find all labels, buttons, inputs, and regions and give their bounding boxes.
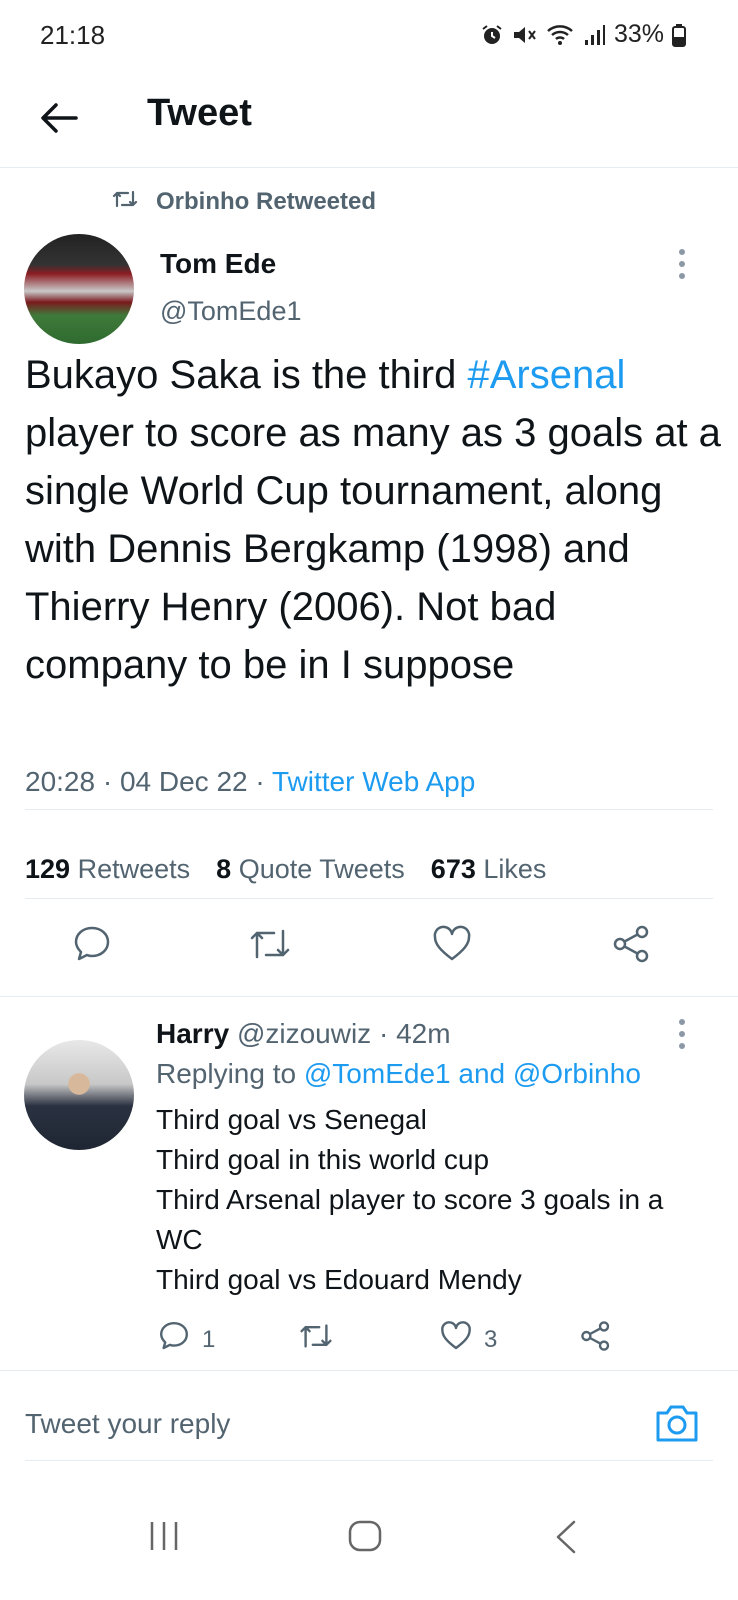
share-icon [580, 1320, 612, 1359]
reply-line: Third goal vs Senegal [156, 1104, 427, 1135]
tweet-timestamp: 20:28 · 04 Dec 22 · Twitter Web App [25, 766, 475, 798]
tweet-stats: 129 Retweets 8 Quote Tweets 673 Likes [25, 854, 546, 885]
like-button[interactable] [432, 924, 472, 971]
divider [25, 1460, 713, 1461]
reply-line: Third goal in this world cup [156, 1144, 490, 1175]
arrow-left-icon [36, 103, 84, 146]
more-options-icon[interactable] [674, 246, 690, 282]
heart-icon [440, 1320, 472, 1359]
retweet-icon [248, 924, 292, 971]
reply-share-button[interactable] [580, 1320, 612, 1359]
tweet-text-part: Bukayo Saka is the third [25, 353, 468, 397]
recent-apps-button[interactable] [148, 1520, 180, 1557]
tweet-text: Bukayo Saka is the third #Arsenal player… [25, 346, 725, 694]
retweet-icon [112, 188, 138, 216]
divider [0, 1370, 738, 1371]
battery-icon [672, 23, 686, 47]
reply-line: Third Arsenal player to score 3 goals in… [156, 1184, 664, 1215]
reply-line: Third goal vs Edouard Mendy [156, 1264, 522, 1295]
tweet-text-part: player to score as many as 3 goals at a … [25, 411, 721, 687]
chevron-left-icon [554, 1520, 578, 1558]
retweets-count: 129 [25, 854, 71, 884]
likes-stat[interactable]: 673 Likes [431, 854, 547, 885]
top-app-bar: Tweet [0, 72, 738, 168]
author-handle[interactable]: @TomEde1 [160, 296, 301, 327]
retweet-button[interactable] [248, 924, 292, 971]
reply-more-options-icon[interactable] [674, 1016, 690, 1052]
reply-icon [72, 924, 112, 971]
share-button[interactable] [612, 924, 652, 971]
share-icon [612, 924, 652, 971]
reply-icon [158, 1320, 190, 1359]
recent-apps-icon [148, 1522, 180, 1556]
status-bar: 21:18 33% [0, 0, 738, 72]
likes-label: Likes [483, 854, 547, 884]
divider [0, 996, 738, 997]
home-button[interactable] [348, 1520, 382, 1557]
reply-count: 1 [202, 1325, 216, 1353]
signal-icon [584, 23, 606, 47]
home-icon [348, 1520, 382, 1556]
divider [25, 898, 713, 899]
tweet-source-link[interactable]: Twitter Web App [272, 766, 475, 797]
author-avatar[interactable] [24, 234, 134, 344]
replying-to: Replying to @TomEde1 and @Orbinho [156, 1058, 641, 1090]
reply-header[interactable]: Harry @zizouwiz · 42m [156, 1018, 451, 1050]
camera-button[interactable] [654, 1402, 700, 1444]
reply-retweet-button[interactable] [298, 1320, 334, 1359]
page-title: Tweet [147, 92, 252, 134]
quote-tweets-stat[interactable]: 8 Quote Tweets [216, 854, 405, 885]
camera-icon [654, 1405, 700, 1448]
reply-line: WC [156, 1224, 203, 1255]
system-nav-bar [0, 1480, 738, 1600]
reply-input-placeholder[interactable]: Tweet your reply [25, 1408, 230, 1440]
wifi-icon [546, 23, 576, 47]
system-back-button[interactable] [554, 1520, 578, 1559]
back-button[interactable] [36, 94, 84, 142]
reply-like-button[interactable]: 3 [440, 1320, 497, 1359]
likes-count: 673 [430, 854, 476, 884]
reply-composer[interactable]: Tweet your reply [0, 1372, 738, 1472]
reply-author-name: Harry [156, 1018, 230, 1049]
alarm-icon [480, 23, 504, 47]
reply-handle-time: @zizouwiz · 42m [229, 1018, 451, 1049]
reply-reply-button[interactable]: 1 [158, 1320, 215, 1359]
quote-tweets-count: 8 [216, 854, 232, 884]
reply-author-avatar[interactable] [24, 1040, 134, 1150]
replying-prefix: Replying to [156, 1058, 304, 1089]
retweets-stat[interactable]: 129 Retweets [25, 854, 190, 885]
reply-action-bar: 1 3 [0, 1320, 738, 1360]
reply-mentions-link[interactable]: @TomEde1 and @Orbinho [304, 1058, 641, 1089]
hashtag-link[interactable]: #Arsenal [467, 353, 625, 397]
retweeted-by-label: Orbinho Retweeted [156, 188, 377, 215]
retweeted-by-indicator[interactable]: Orbinho Retweeted [112, 188, 376, 216]
reply-text: Third goal vs Senegal Third goal in this… [156, 1100, 726, 1300]
quote-tweets-label: Quote Tweets [238, 854, 405, 884]
retweet-icon [298, 1320, 334, 1359]
mute-icon [512, 23, 538, 47]
author-name[interactable]: Tom Ede [160, 248, 276, 280]
tweet-action-bar [0, 924, 738, 974]
battery-percent: 33% [613, 20, 664, 48]
status-icons: 33% [480, 20, 686, 49]
retweets-label: Retweets [77, 854, 191, 884]
timestamp-text: 20:28 · 04 Dec 22 · [25, 766, 272, 797]
divider [25, 809, 713, 810]
reply-like-count: 3 [484, 1325, 498, 1353]
status-time: 21:18 [40, 20, 106, 50]
reply-button[interactable] [72, 924, 112, 971]
heart-icon [432, 924, 472, 971]
